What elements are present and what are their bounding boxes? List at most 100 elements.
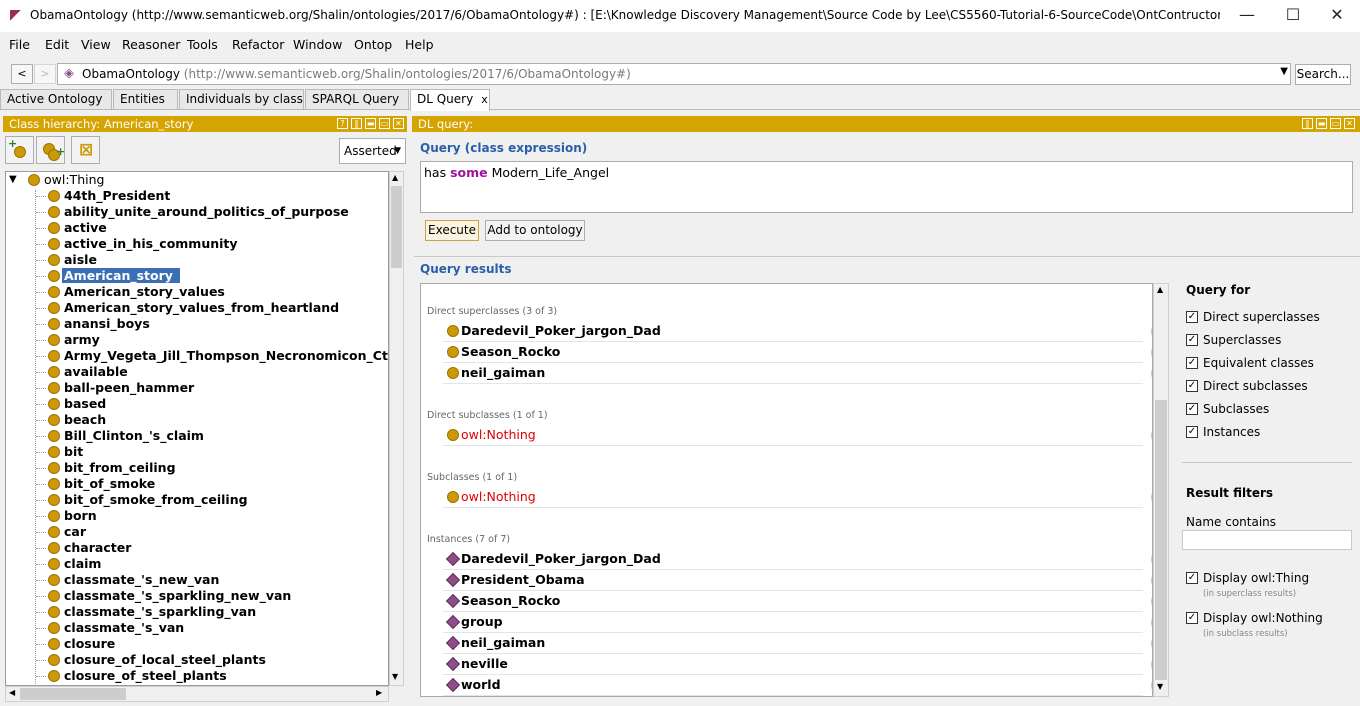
menu-refactor[interactable]: Refactor [232,37,284,52]
chevron-down-icon[interactable]: ▼ [1280,66,1288,77]
result-item[interactable]: neil_gaiman? [443,633,1152,654]
hierarchy-mode-select[interactable]: Asserted ▼ [339,138,406,164]
tree-connector [36,372,46,373]
help-icon[interactable]: ? [337,118,348,129]
tree-connector [36,356,46,357]
divider [1182,462,1352,463]
scroll-thumb[interactable] [20,688,126,700]
menu-view[interactable]: View [81,37,111,52]
menu-file[interactable]: File [9,37,30,52]
scroll-up-icon[interactable]: ▲ [392,173,398,182]
result-item[interactable]: neil_gaiman? [443,363,1152,384]
tree-item-label: car [64,524,87,539]
tab-active-ontology[interactable]: Active Ontology [0,89,112,109]
tree-item-label: based [64,396,107,411]
scroll-down-icon[interactable]: ▼ [1157,682,1163,691]
result-item[interactable]: Daredevil_Poker_jargon_Dad? [443,549,1152,570]
query-for-label: Superclasses [1203,333,1282,347]
expand-toggle-icon[interactable]: ▼ [9,174,17,185]
split-icon[interactable]: ‖ [1302,118,1313,129]
tree-connector [36,548,46,549]
tree-item-label: available [64,364,128,379]
class-icon [48,350,60,362]
query-results-list[interactable]: Direct superclasses (3 of 3) Daredevil_Po… [420,283,1153,697]
scroll-thumb[interactable] [391,186,402,268]
result-item[interactable]: group? [443,612,1152,633]
checkbox-icon: ✓ [1186,334,1198,346]
result-item[interactable]: Season_Rocko? [443,342,1152,363]
close-window-button[interactable]: ✕ [1314,0,1360,32]
result-item[interactable]: Season_Rocko? [443,591,1152,612]
query-for-label: Subclasses [1203,402,1270,416]
search-button[interactable]: Search... [1295,64,1351,85]
scroll-down-icon[interactable]: ▼ [392,672,398,681]
individual-icon [445,572,461,588]
ontology-selector[interactable]: ◈ ObamaOntology (http://www.semanticweb.… [57,63,1291,85]
dl-query-title: DL query: [418,117,474,131]
delete-class-button[interactable]: ⊠ [71,136,100,164]
tree-connector [36,260,46,261]
minimize-view-icon[interactable]: ▬ [1316,118,1327,129]
split-icon[interactable]: ‖ [351,118,362,129]
class-icon [48,590,60,602]
menu-help[interactable]: Help [405,37,434,52]
name-contains-label: Name contains [1186,515,1277,529]
result-item[interactable]: neville? [443,654,1152,675]
forward-button[interactable]: > [34,64,56,84]
result-item[interactable]: world? [443,675,1152,696]
menu-window[interactable]: Window [293,37,342,52]
result-item[interactable]: President_Obama? [443,570,1152,591]
class-icon [447,367,459,379]
results-vertical-scrollbar[interactable]: ▲ ▼ [1153,283,1169,697]
class-expression-editor[interactable]: has some Modern_Life_Angel [420,161,1353,213]
tree-connector [36,564,46,565]
result-item[interactable]: owl:Nothing? [443,487,1152,508]
scroll-right-icon[interactable]: ▶ [376,688,382,697]
menu-tools[interactable]: Tools [187,37,218,52]
minimize-icon: — [1239,5,1255,24]
tree-connector [36,628,46,629]
forward-icon: > [40,67,50,80]
back-button[interactable]: < [11,64,33,84]
class-icon [48,302,60,314]
class-tree[interactable]: ▼ owl:Thing 44th_President ability_unite_… [5,171,389,686]
menu-ontop[interactable]: Ontop [354,37,392,52]
scroll-up-icon[interactable]: ▲ [1157,285,1163,294]
maximize-button[interactable]: ☐ [1270,0,1316,32]
maximize-icon: ☐ [1285,5,1301,24]
maximize-view-icon[interactable]: ▭ [379,118,390,129]
close-view-icon[interactable]: ✕ [393,118,404,129]
tab-close-icon[interactable]: x [481,93,488,106]
name-contains-input[interactable] [1182,530,1352,550]
class-icon [48,478,60,490]
address-bar: < > ◈ ObamaOntology (http://www.semantic… [0,60,1360,88]
result-item[interactable]: owl:Nothing? [443,425,1152,446]
scroll-thumb[interactable] [1155,400,1167,680]
execute-button[interactable]: Execute [425,220,479,241]
close-view-icon[interactable]: ✕ [1344,118,1355,129]
class-icon [48,638,60,650]
result-item-label: Season_Rocko [461,593,561,608]
menu-reasoner[interactable]: Reasoner [122,37,180,52]
minimize-view-icon[interactable]: ▬ [365,118,376,129]
scroll-left-icon[interactable]: ◀ [9,688,15,697]
class-icon [48,446,60,458]
minimize-button[interactable]: — [1224,0,1270,32]
tab-individuals-by-class[interactable]: Individuals by class [179,89,304,109]
tab-entities[interactable]: Entities [113,89,178,109]
add-sibling-button[interactable]: + [36,136,65,164]
class-icon [48,654,60,666]
add-to-ontology-button[interactable]: Add to ontology [485,220,585,241]
class-tree-vertical-scrollbar[interactable]: ▲ ▼ [389,171,404,686]
tab-sparql-query[interactable]: SPARQL Query [305,89,409,109]
display-owl-nothing-label: Display owl:Nothing [1203,611,1323,625]
class-icon [48,510,60,522]
class-tree-horizontal-scrollbar[interactable]: ◀ ▶ [5,686,389,702]
maximize-view-icon[interactable]: ▭ [1330,118,1341,129]
menu-edit[interactable]: Edit [45,37,69,52]
tree-connector [36,644,46,645]
result-item[interactable]: Daredevil_Poker_jargon_Dad? [443,321,1152,342]
add-subclass-button[interactable]: + [5,136,34,164]
tab-dl-query[interactable]: DL Query x [410,89,490,111]
tree-connector [36,532,46,533]
